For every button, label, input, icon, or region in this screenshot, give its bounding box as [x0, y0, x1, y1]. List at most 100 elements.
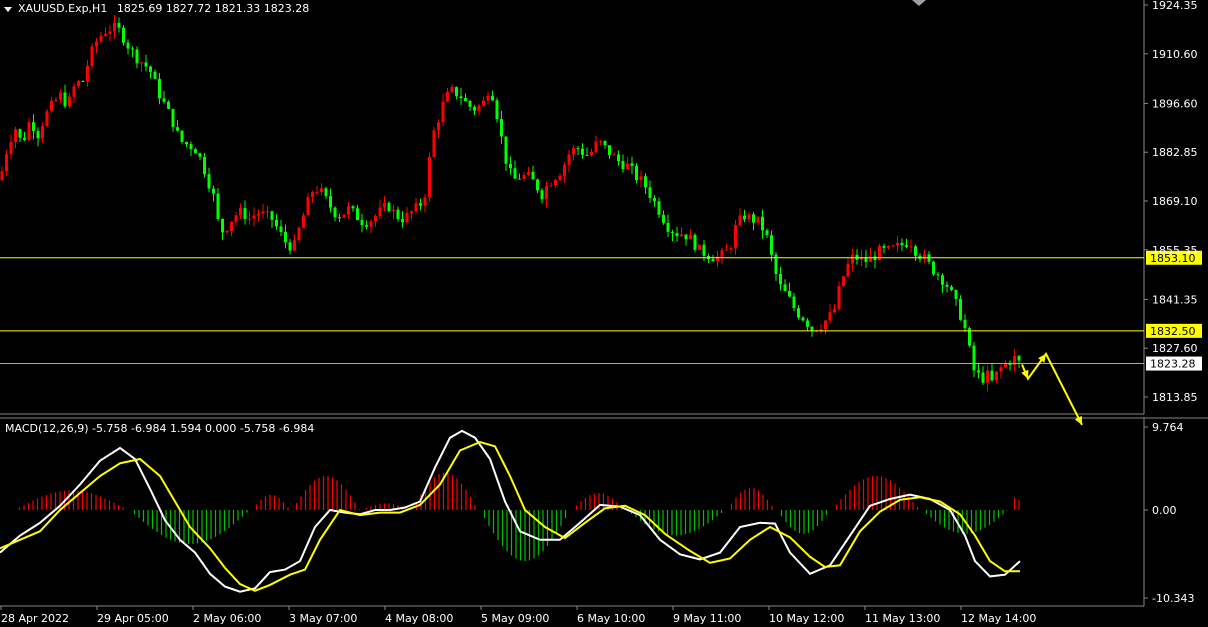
candle-body	[329, 196, 332, 208]
candle-body	[540, 190, 544, 200]
candle-body	[99, 35, 103, 42]
candle-body	[734, 225, 737, 249]
candle-body	[446, 91, 449, 102]
candle-body	[333, 207, 337, 218]
candle-body	[914, 246, 917, 256]
candle-body	[63, 92, 67, 107]
candle-body	[720, 250, 724, 257]
candle-body	[419, 203, 422, 206]
candle-body	[482, 100, 485, 106]
candle-body	[0, 171, 4, 181]
candle-body	[171, 108, 175, 128]
candle-body	[545, 185, 548, 200]
candle-body	[450, 86, 454, 92]
candle-body	[756, 216, 760, 223]
time-tick-label: 11 May 13:00	[865, 612, 940, 625]
candle-body	[153, 71, 157, 79]
candle-body	[599, 140, 602, 142]
candle-body	[585, 154, 589, 156]
candle-body	[932, 261, 935, 275]
candle-body	[941, 275, 944, 285]
candle-body	[765, 230, 769, 236]
symbol-label[interactable]: XAUUSD.Exp,H1	[18, 2, 107, 15]
candle-body	[387, 202, 391, 211]
candle-body	[158, 78, 161, 99]
candle-body	[698, 244, 701, 250]
candle-body	[576, 148, 580, 150]
candle-body	[779, 273, 782, 285]
candle-body	[657, 201, 661, 215]
candle-body	[738, 215, 742, 226]
candle-body	[527, 171, 530, 176]
candle	[959, 295, 962, 321]
candle-body	[162, 98, 166, 102]
macd-label: MACD(12,26,9) -5.758 -6.984 1.594 0.000 …	[5, 422, 315, 435]
candle-body	[14, 129, 17, 142]
candle-body	[806, 320, 809, 327]
candle-body	[23, 137, 26, 140]
candle-body	[828, 312, 832, 321]
candle-body	[324, 188, 328, 197]
candle-body	[963, 319, 967, 329]
candle-body	[684, 234, 688, 240]
candle-body	[473, 106, 476, 111]
candle-body	[338, 217, 341, 219]
candle-body	[531, 171, 535, 180]
candle-body	[558, 175, 562, 181]
candle-body	[477, 105, 481, 111]
candle-body	[590, 152, 593, 156]
candle-body	[396, 209, 400, 219]
candle-body	[608, 145, 611, 156]
candle-body	[36, 131, 40, 139]
candle-body	[32, 122, 35, 132]
time-tick-label: 4 May 08:00	[385, 612, 453, 625]
candle-body	[518, 178, 521, 180]
candle-body	[747, 214, 751, 220]
candle-body	[284, 231, 287, 243]
candle-body	[761, 216, 764, 231]
candle-body	[972, 345, 976, 371]
candle-body	[509, 163, 512, 169]
candle-body	[689, 234, 692, 240]
candle-body	[783, 284, 787, 292]
candle-body	[437, 122, 440, 131]
candle-body	[554, 180, 557, 186]
candle-body	[491, 95, 494, 101]
trading-chart[interactable]: 1853.101832.501823.28 1924.351910.601896…	[0, 0, 1208, 627]
candle	[342, 214, 346, 219]
candle-body	[567, 154, 571, 165]
candle-body	[995, 371, 998, 381]
candle-body	[5, 154, 8, 172]
candle-body	[293, 240, 296, 251]
candle-body	[275, 219, 278, 227]
candle-body	[383, 202, 386, 208]
chart-header: XAUUSD.Exp,H1 1825.69 1827.72 1821.33 18…	[18, 2, 309, 15]
macd-tick-label: 9.764	[1152, 421, 1184, 434]
macd-tick-label: 0.00	[1152, 504, 1177, 517]
candle-body	[68, 96, 71, 107]
candle	[45, 108, 49, 128]
candle-body	[986, 370, 989, 383]
candle-body	[563, 164, 566, 176]
candle-body	[302, 215, 305, 228]
candle-body	[117, 22, 121, 28]
candle-body	[9, 141, 13, 155]
candle-body	[959, 298, 962, 320]
candle-body	[351, 206, 355, 209]
candle-body	[486, 95, 490, 101]
candle-body	[536, 179, 539, 191]
candle-body	[882, 245, 886, 248]
candle-body	[833, 309, 836, 313]
candle-body	[846, 263, 850, 277]
candle	[297, 226, 301, 242]
candle-body	[797, 308, 800, 318]
candle-body	[788, 291, 791, 297]
level-price-label: 1832.50	[1150, 325, 1196, 338]
time-tick-label: 5 May 09:00	[481, 612, 549, 625]
time-tick-label: 2 May 06:00	[193, 612, 261, 625]
candle	[698, 244, 701, 251]
candle-body	[464, 97, 467, 101]
candle-body	[234, 215, 238, 222]
candle-body	[792, 296, 796, 309]
candle-body	[113, 22, 116, 32]
